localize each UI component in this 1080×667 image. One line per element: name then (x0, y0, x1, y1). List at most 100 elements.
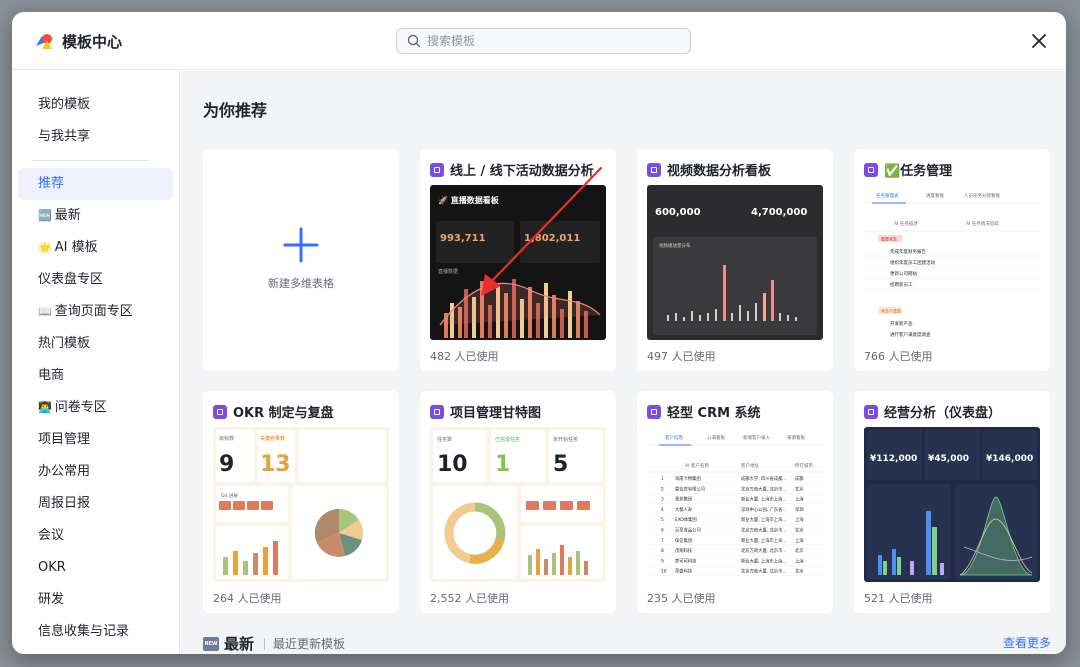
app-title: 模板中心 (62, 33, 123, 51)
card-title-text: 视频数据分析看板 (667, 164, 772, 179)
template-card[interactable]: ✅任务管理 任务管理表 进度看板 人员任务分配看板 AI 任务描述 AI 任务情… (854, 149, 1050, 371)
latest-section-subtitle: 最近更新模板 (273, 637, 346, 651)
sidebar-item-category[interactable]: 信息收集与记录 (18, 616, 173, 648)
plus-icon (283, 227, 319, 263)
thumb-cell: 7 (661, 538, 664, 544)
card-title-text: OKR 制定与复盘 (233, 406, 334, 421)
thumb-cell: 深圳 (795, 506, 804, 513)
sidebar-item-category[interactable]: 电商 (18, 360, 173, 392)
new-base-label: 新建多维表格 (268, 277, 334, 290)
card-thumbnail: 🚀 直播数据看板 993,711 1,802,011 直播数据 (430, 185, 606, 340)
template-icon (864, 162, 878, 177)
card-title-text: 项目管理甘特图 (450, 406, 542, 421)
search-icon (407, 34, 421, 48)
thumb-tab: 公海看板 (707, 434, 725, 441)
thumb-value: ¥45,000 (928, 454, 969, 464)
thumb-cell: 上海 (795, 516, 804, 523)
thumb-cell: 茂翔科技 (675, 547, 693, 554)
sidebar-item-my-templates[interactable]: 我的模板 (18, 89, 173, 121)
thumb-value: ¥146,000 (986, 454, 1033, 464)
thumb-value: 10 (437, 452, 468, 477)
sidebar-item-category[interactable]: 推荐 (18, 168, 173, 200)
main-content: 为你推荐 新建多维表格 线上 / 线下活动数据分析 🚀 直播数据看板 993,7… (181, 71, 1066, 654)
thumb-cell: 百草食品公司 (675, 527, 701, 534)
sidebar-item-label: OKR (38, 560, 66, 575)
see-more-link[interactable]: 查看更多 (1003, 634, 1051, 651)
app-logo-icon (36, 34, 52, 49)
sidebar-item-category[interactable]: 👨‍💻 问卷专区 (18, 392, 173, 424)
thumb-kpi: 1,802,011 (524, 233, 580, 244)
new-base-card[interactable]: 新建多维表格 (203, 149, 399, 371)
sidebar-item-label: 问卷专区 (54, 400, 107, 415)
thumb-pie (314, 508, 363, 557)
template-card[interactable]: OKR 制定与复盘 目标数 9 关键结果数 13 Q4 进展 264 人已使用 (203, 391, 399, 613)
thumb-cell: 荣盛科技 (675, 568, 693, 575)
sidebar-item-shared[interactable]: 与我共享 (18, 121, 173, 153)
sidebar-item-category[interactable]: OKR (18, 552, 173, 584)
thumb-cell: 新业大厦, 上海市上海... (741, 537, 787, 544)
thumb-cell: 北京万商大厦, 北京市... (741, 568, 787, 575)
section-title: 为你推荐 (203, 101, 268, 120)
thumb-tab: 客户信息 (665, 434, 683, 441)
thumb-label: 任务数 (437, 436, 452, 443)
template-icon (647, 162, 661, 177)
sidebar-divider (32, 160, 148, 161)
card-title: 轻型 CRM 系统 (647, 402, 761, 421)
usage-count: 766 人已使用 (864, 350, 933, 363)
thumb-value: 13 (260, 452, 291, 477)
sidebar-item-category[interactable]: 研发 (18, 584, 173, 616)
thumb-col-header: 客户地址 (741, 462, 759, 469)
thumb-cell: 北京万商大厦, 北京市... (741, 527, 787, 534)
sidebar-item-category[interactable]: 周报日报 (18, 488, 173, 520)
card-title: 视频数据分析看板 (647, 160, 771, 179)
thumb-cell: 大都人寿 (675, 506, 693, 513)
thumb-tab: 进度看板 (926, 192, 944, 199)
sidebar-item-label: AI 模板 (54, 240, 98, 255)
sidebar-item-category[interactable]: 热门模板 (18, 328, 173, 360)
thumb-cell: 8 (661, 548, 664, 554)
template-card[interactable]: 线上 / 线下活动数据分析 🚀 直播数据看板 993,711 1,802,011… (420, 149, 616, 371)
sidebar-item-category[interactable]: 会议 (18, 520, 173, 552)
search-input[interactable] (427, 34, 667, 48)
template-card[interactable]: 经营分析（仪表盘） ¥112,000 ¥45,000 ¥146,000 521 … (854, 391, 1050, 613)
card-title-text: ✅任务管理 (884, 164, 953, 179)
template-card[interactable]: 项目管理甘特图 任务数 10 已完成任务 1 未开始任务 5 2,552 人已使… (420, 391, 616, 613)
usage-count: 2,552 人已使用 (430, 592, 509, 605)
thumb-tab: 人员任务分配看板 (964, 192, 1000, 199)
search-box[interactable] (396, 28, 691, 54)
thumb-value: 1 (495, 452, 510, 477)
thumb-cell: EXO体集团 (675, 516, 697, 523)
sidebar-item-label: 推荐 (38, 176, 65, 191)
sidebar-item-category[interactable]: 仪表盘专区 (18, 264, 173, 296)
header: 模板中心 (12, 12, 1066, 70)
card-title: ✅任务管理 (864, 160, 952, 179)
thumb-cell: 上海 (795, 496, 804, 503)
thumb-cell: 10 (661, 569, 667, 575)
latest-section-header: NEW 最新 最近更新模板 (203, 633, 345, 654)
thumb-label: 未开始任务 (553, 436, 578, 443)
sidebar-item-label: 热门模板 (38, 336, 91, 351)
thumb-cell: 2 (661, 486, 664, 492)
template-card[interactable]: 轻型 CRM 系统 客户信息 公海看板 新增客户录入 来源看板 AI 客户名称 … (637, 391, 833, 613)
sidebar-category-list: 推荐 🆕 最新 🌟 AI 模板 仪表盘专区 📖 查询页面专区热门模板电商 👨‍💻 问卷专区 项目管理… (12, 168, 179, 648)
sidebar-item-category[interactable]: 🆕 最新 (18, 200, 173, 232)
thumb-tab: 任务管理表 (876, 192, 899, 199)
thumb-label: 目标数 (219, 435, 234, 442)
thumb-cell: 9 (661, 558, 664, 564)
sidebar-item-category[interactable]: 项目管理 (18, 424, 173, 456)
thumb-col-header: AI 任务描述 (894, 220, 918, 227)
usage-count: 482 人已使用 (430, 350, 499, 363)
sidebar-item-category[interactable]: 🌟 AI 模板 (18, 232, 173, 264)
close-icon[interactable] (1030, 32, 1048, 50)
sidebar-item-label: 最新 (54, 208, 81, 223)
template-card[interactable]: 视频数据分析看板 600,000 4,700,000 视频播放量分布 497 人… (637, 149, 833, 371)
thumb-row: 更新公司网站 (890, 270, 917, 277)
sidebar: 我的模板 与我共享 推荐 🆕 最新 🌟 AI 模板 仪表盘专区 📖 查询页面专区热门模板电商 👨… (12, 71, 180, 654)
sidebar-item-label: 办公常用 (38, 464, 91, 479)
sidebar-item-category[interactable]: 📖 查询页面专区 (18, 296, 173, 328)
thumb-tab: 来源看板 (787, 434, 805, 441)
card-thumbnail: 任务数 10 已完成任务 1 未开始任务 5 (430, 427, 606, 582)
sidebar-item-label: 周报日报 (38, 496, 91, 511)
category-emoji-icon: 📖 (38, 305, 52, 318)
sidebar-item-category[interactable]: 办公常用 (18, 456, 173, 488)
